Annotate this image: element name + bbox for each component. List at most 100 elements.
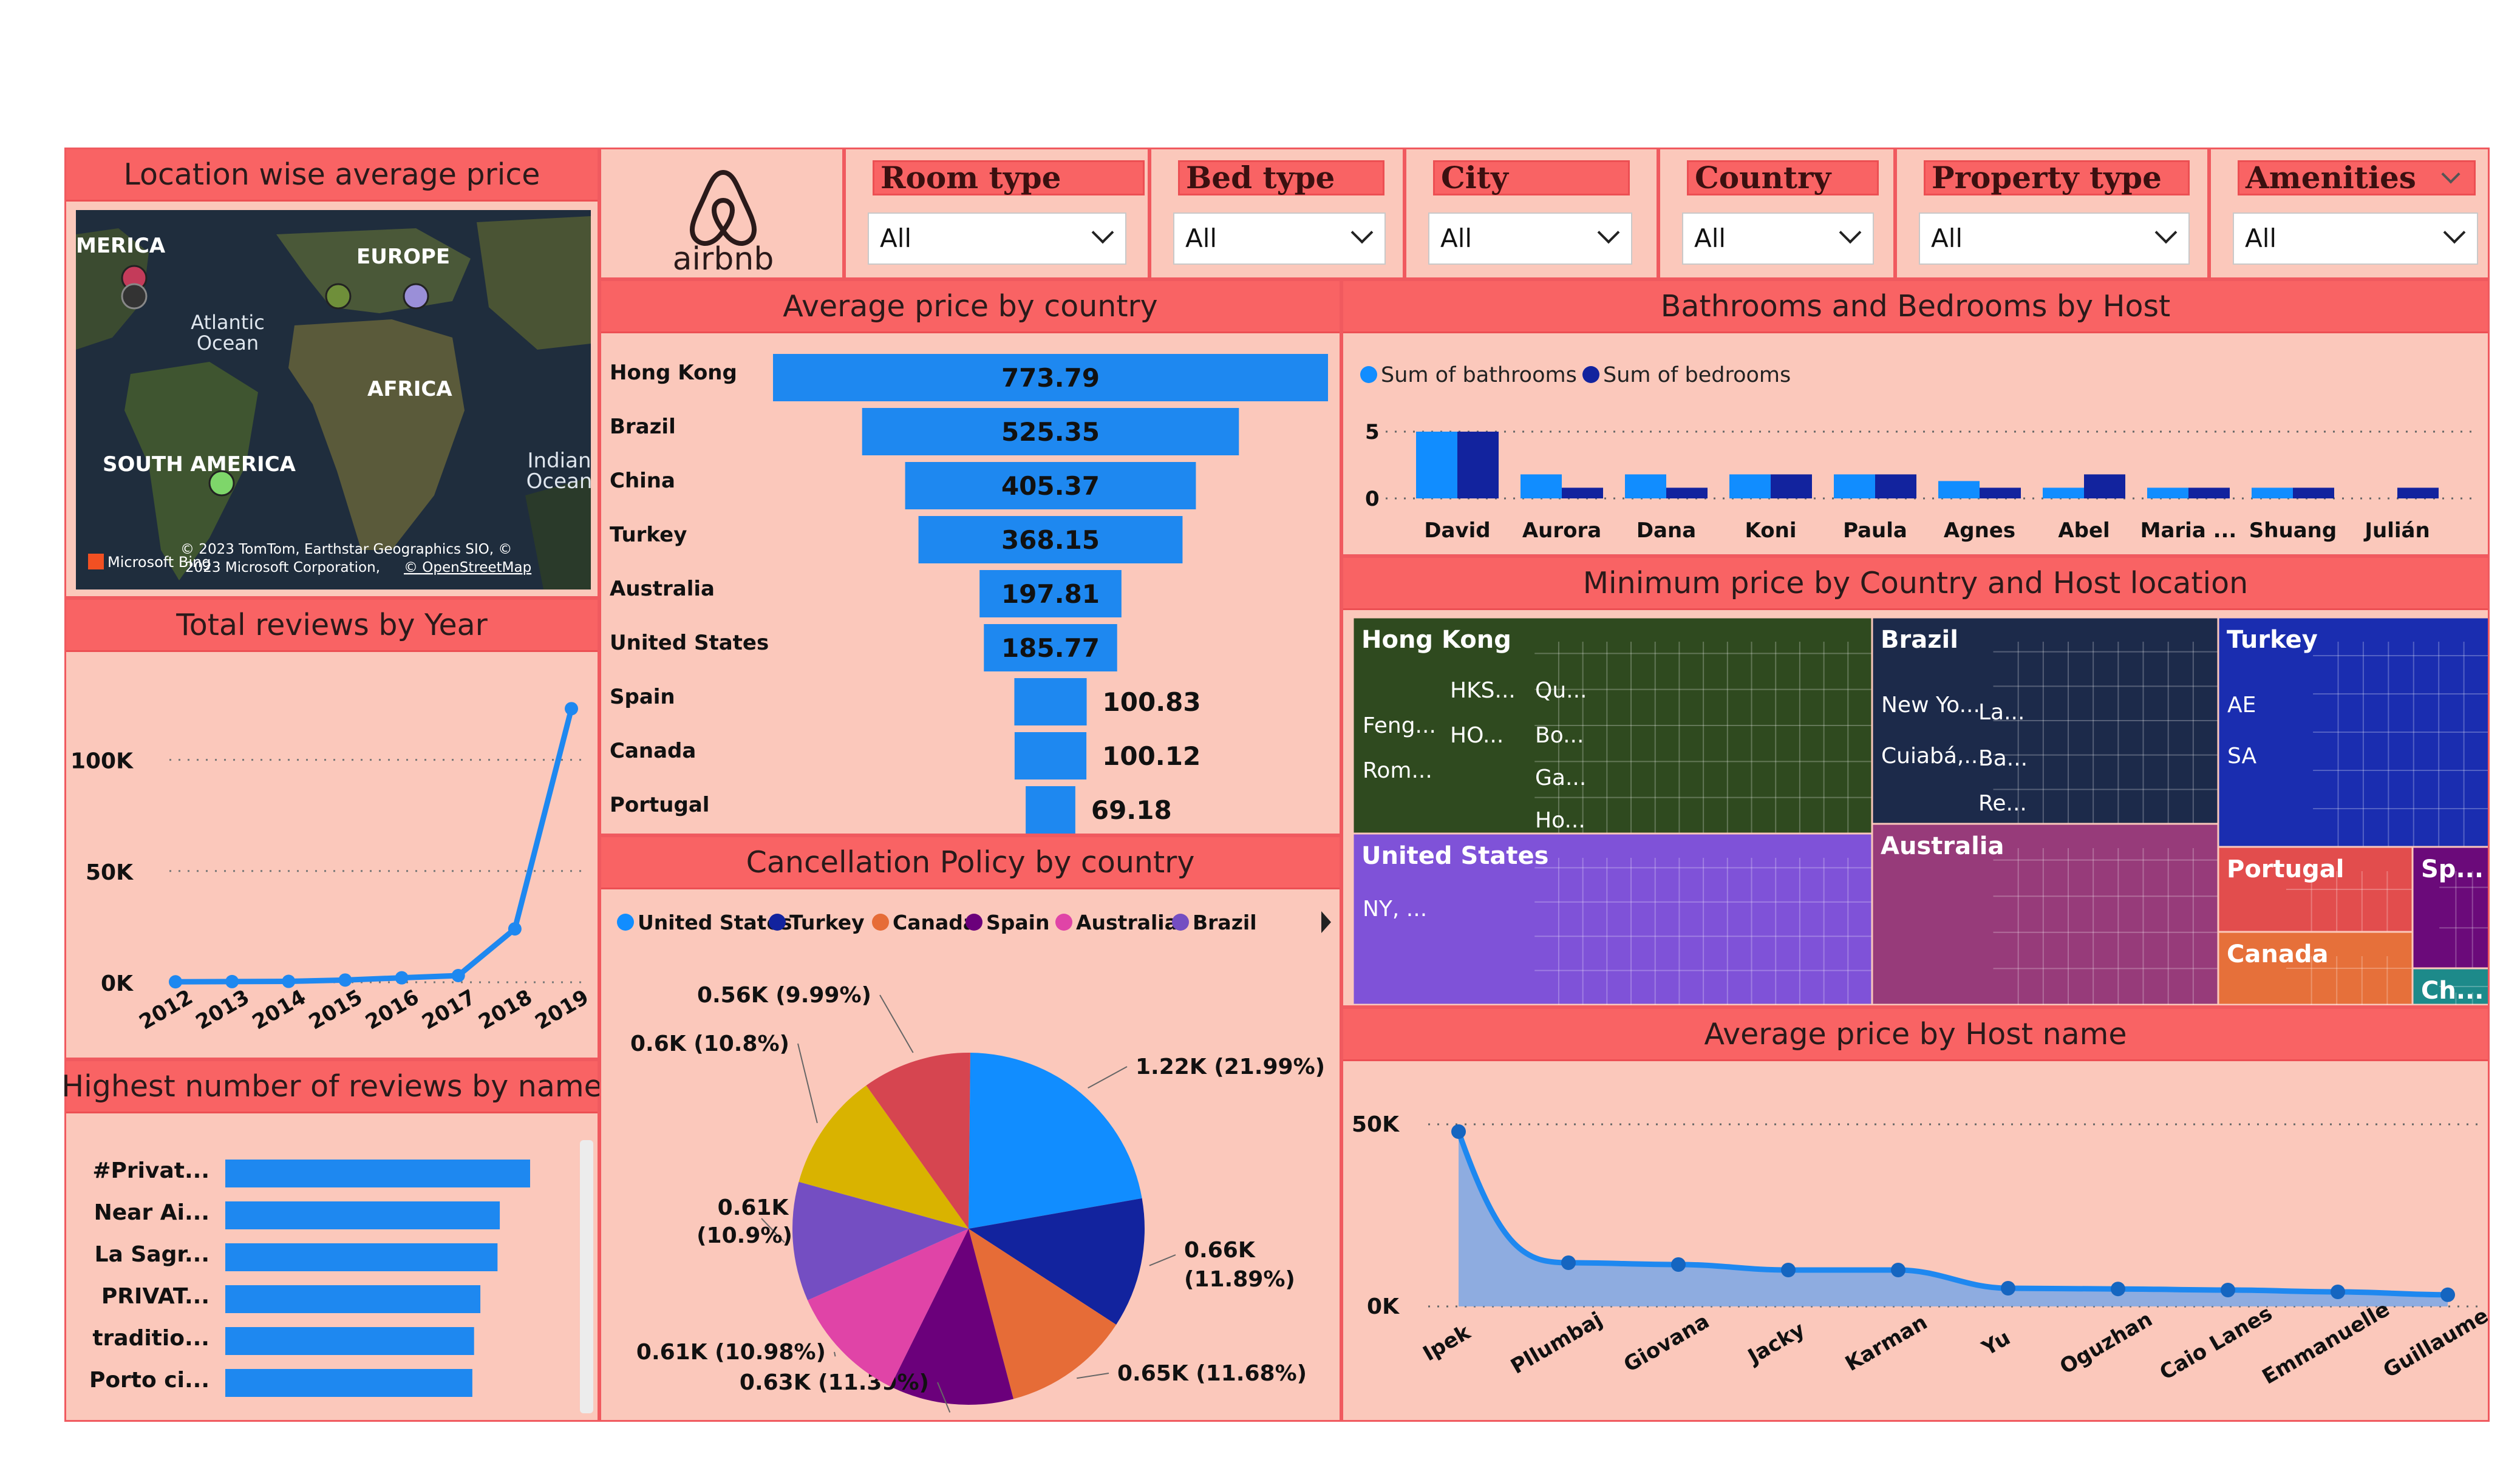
bar[interactable] [1026,786,1075,834]
min-price-treemap[interactable]: Hong Kong Brazil Turkey United States Austra… [1343,613,2488,1005]
data-point[interactable] [508,922,522,936]
legend-label[interactable]: Australia [1076,911,1178,934]
map-label: SOUTH AMERICA [103,452,296,477]
data-label: 185.77 [1001,633,1100,663]
bar[interactable] [1521,474,1562,498]
bar[interactable] [1771,474,1812,498]
dropdown-value: All [880,223,912,253]
bath-bed-chart[interactable]: Sum of bathrooms Sum of bedrooms 0 5 David Au… [1343,336,2488,554]
x-tick-label: Pllumbaj [1507,1307,1606,1379]
bath-bed-panel: Bathrooms and Bedrooms by Host Sum of ba… [1341,279,2490,556]
bar[interactable] [2252,487,2293,498]
bar[interactable] [1457,432,1499,498]
cancel-chart[interactable]: United StatesTurkey Canada Spain Australia B… [601,892,1340,1420]
x-tick-label: 2019 [531,985,593,1034]
min-price-panel: Minimum price by Country and Host locati… [1341,556,2490,1007]
x-tick-label: Jacky [1743,1317,1809,1370]
bar[interactable] [2293,487,2334,498]
data-point[interactable] [1451,1124,1466,1139]
x-tick-label: Caio Lanes [2156,1301,2277,1385]
data-point[interactable] [2221,1283,2235,1297]
avg-host-chart[interactable]: 0K 50K Ipek Pllumbaj Giovana Jacky Karman Yu Ogu… [1343,1064,2488,1420]
slicer-room-type[interactable]: Room type All [844,148,1149,279]
data-point[interactable] [1561,1255,1576,1270]
bar[interactable] [225,1201,500,1229]
bar[interactable] [1562,487,1603,498]
data-point[interactable] [1671,1257,1686,1272]
bar[interactable] [1666,487,1708,498]
data-label: (10.9%) [696,1223,792,1248]
bar[interactable] [1625,474,1666,498]
dropdown-value: All [1694,223,1726,253]
bar[interactable] [2147,487,2188,498]
bar[interactable] [2188,487,2230,498]
data-point[interactable] [169,975,182,989]
slicer-property-type[interactable]: Property type All [1895,148,2209,279]
bar[interactable] [225,1285,481,1313]
legend-label[interactable]: Turkey [789,911,865,934]
reviews-year-chart[interactable]: 0K 50K 100K 2012201320142015201620172018201… [66,654,598,1058]
legend-label[interactable]: Sum of bathrooms [1381,363,1577,387]
data-point[interactable] [1891,1263,1905,1277]
bar[interactable] [225,1369,472,1397]
bar[interactable] [1875,474,1916,498]
map-bubble[interactable] [325,283,352,310]
bar[interactable] [225,1160,530,1187]
bar[interactable] [1416,432,1457,498]
x-tick-label: 2017 [418,985,480,1034]
bar[interactable] [1014,678,1087,725]
legend-label[interactable]: Canada [893,911,976,934]
legend-label[interactable]: Brazil [1193,911,1257,934]
avg-country-chart[interactable]: Hong Kong 773.79 Brazil 525.35 China 405.37 Tu… [601,336,1340,834]
category-label: Near Ai... [94,1200,209,1225]
slicer-country[interactable]: Country All [1658,148,1895,279]
legend-label[interactable]: Sum of bedrooms [1603,363,1791,387]
bar[interactable] [2043,487,2084,498]
data-point[interactable] [2111,1282,2125,1297]
data-point[interactable] [338,973,352,987]
data-point[interactable] [2001,1281,2015,1296]
slicer-city[interactable]: City All [1405,148,1658,279]
x-tick-label: 2012 [135,985,197,1034]
slicer-bed-type[interactable]: Bed type All [1149,148,1405,279]
x-tick-label: 2016 [361,985,423,1034]
tile-sublabel: Feng... [1363,713,1436,738]
bar[interactable] [225,1327,474,1355]
legend-marker [1055,914,1072,931]
tile-label: Turkey [2227,626,2318,654]
bar[interactable] [225,1243,498,1271]
bar[interactable] [1938,481,1980,498]
legend-next-icon[interactable] [1321,911,1331,933]
room-type-dropdown[interactable]: All [868,212,1126,265]
bar[interactable] [1980,487,2021,498]
data-point[interactable] [1781,1263,1796,1277]
amenities-dropdown[interactable]: All [2233,212,2478,265]
openstreetmap-link[interactable]: © OpenStreetMap [404,560,531,576]
data-point[interactable] [451,969,465,983]
world-map[interactable]: MERICA EUROPE Atlantic Ocean AFRICA SOUT… [76,210,591,589]
map-bubble[interactable] [403,283,429,310]
chevron-down-icon [1350,221,1374,244]
bar[interactable] [2397,487,2439,498]
data-point[interactable] [2440,1287,2455,1302]
city-dropdown[interactable]: All [1428,212,1632,265]
bed-type-dropdown[interactable]: All [1173,212,1386,265]
legend-label[interactable]: Spain [986,911,1049,934]
map-bubble[interactable] [121,283,148,310]
scrollbar[interactable] [580,1140,593,1413]
reviews-name-chart[interactable]: #Privat... Near Ai... La Sagr... PRIVAT... t… [66,1116,598,1419]
data-point[interactable] [565,702,578,716]
data-point[interactable] [395,971,409,985]
bar[interactable] [1014,732,1087,779]
map-bubble[interactable] [208,470,235,497]
data-point[interactable] [282,974,296,988]
property-type-dropdown[interactable]: All [1919,212,2190,265]
data-point[interactable] [2331,1285,2345,1299]
bar[interactable] [1834,474,1875,498]
data-point[interactable] [225,974,239,988]
pie-slice[interactable] [969,1053,1142,1229]
slicer-amenities[interactable]: Amenities All [2209,148,2490,279]
country-dropdown[interactable]: All [1682,212,1874,265]
bar[interactable] [2084,474,2125,498]
bar[interactable] [1729,474,1771,498]
